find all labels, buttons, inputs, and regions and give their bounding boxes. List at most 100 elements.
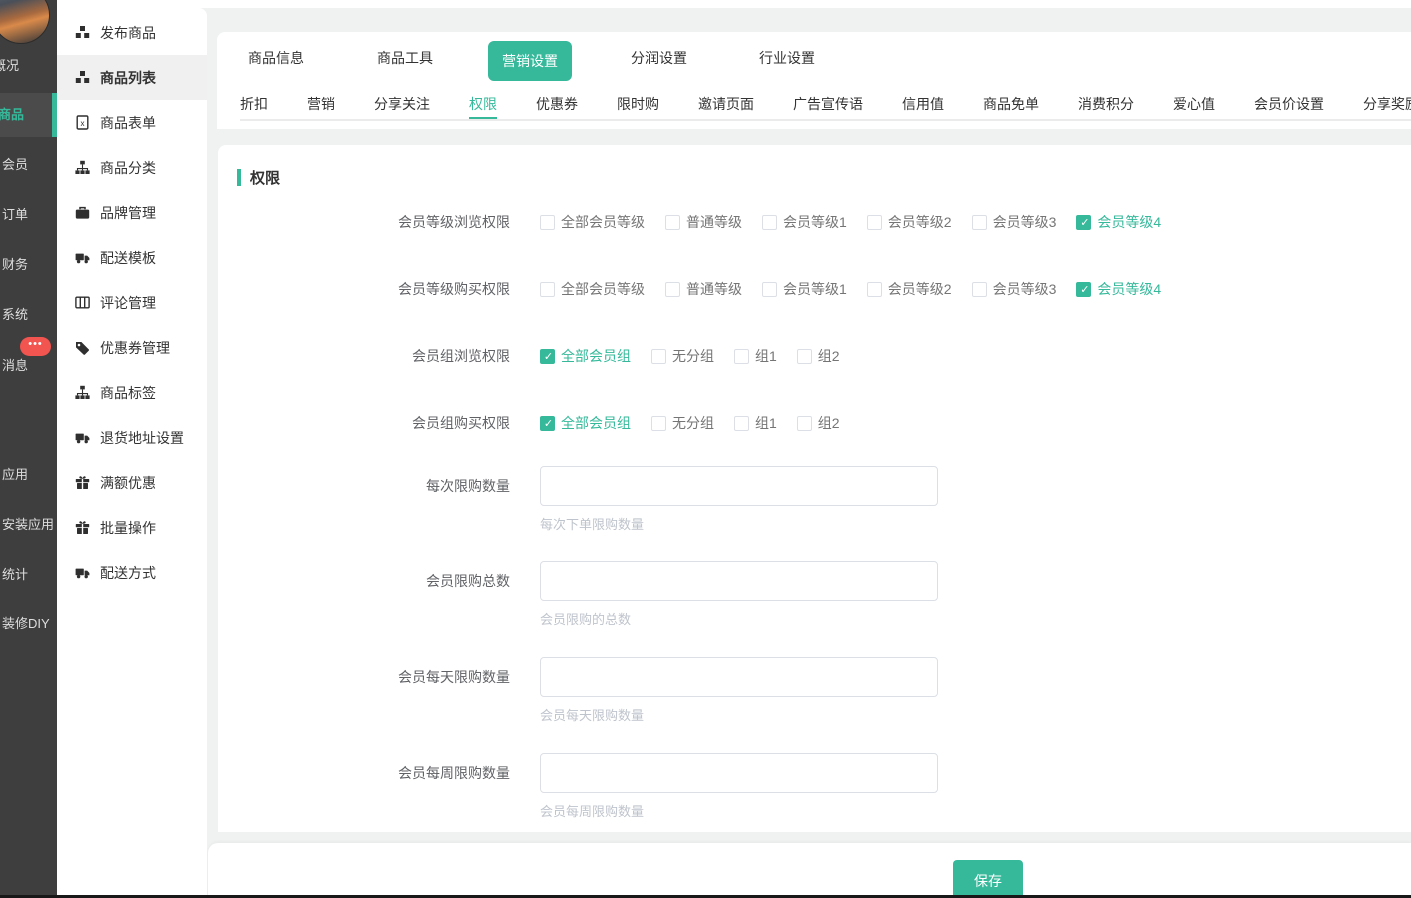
sidebar-item-publish-goods[interactable]: 发布商品: [57, 10, 207, 55]
checkbox-label: 组2: [818, 413, 840, 433]
sidebar-item-system[interactable]: 系统: [0, 305, 57, 325]
sidebar-item-full-discount[interactable]: 满额优惠: [57, 460, 207, 505]
subtab-share-reward[interactable]: 分享奖励: [1363, 84, 1411, 129]
cubes-icon: [75, 25, 90, 40]
checkbox-option[interactable]: 会员等级3: [972, 212, 1057, 232]
checkbox-icon: [734, 349, 749, 364]
sitemap-icon: [75, 385, 90, 400]
subtab-permissions[interactable]: 权限: [469, 84, 497, 129]
sidebar-item-goods-form[interactable]: x 商品表单: [57, 100, 207, 145]
avatar[interactable]: [0, 0, 50, 44]
permissions-panel: 权限 会员等级浏览权限 全部会员等级 普通等级 会员等级1 会员等级2 会员等级…: [218, 145, 1411, 832]
save-button[interactable]: 保存: [953, 860, 1023, 898]
top-strip: [57, 0, 1411, 8]
subtab-discount[interactable]: 折扣: [240, 84, 268, 129]
tab-goods-tools[interactable]: 商品工具: [377, 32, 433, 84]
checkbox-label: 全部会员组: [561, 413, 631, 433]
checkbox-option[interactable]: 会员等级3: [972, 279, 1057, 299]
member-daily-limit-input[interactable]: [540, 657, 938, 697]
checkbox-option[interactable]: 组2: [797, 413, 840, 433]
checkbox-icon: [540, 215, 555, 230]
checkbox-option-checked[interactable]: 会员等级4: [1076, 279, 1161, 299]
subtab-consume-points[interactable]: 消费积分: [1078, 84, 1134, 129]
subtab-goods-free[interactable]: 商品免单: [983, 84, 1039, 129]
sidebar-item-statistics[interactable]: 统计: [0, 565, 57, 585]
checkbox-option[interactable]: 组1: [734, 346, 777, 366]
sidebar-item-delivery-method[interactable]: 配送方式: [57, 550, 207, 595]
checkbox-option[interactable]: 无分组: [651, 413, 714, 433]
checkbox-label: 无分组: [672, 346, 714, 366]
file-excel-icon: x: [75, 115, 90, 130]
checkbox-icon: [972, 215, 987, 230]
sidebar-item-members[interactable]: 会员: [0, 155, 57, 175]
checkbox-option[interactable]: 会员等级1: [762, 212, 847, 232]
sidebar-item-comment-management[interactable]: 评论管理: [57, 280, 207, 325]
sidebar-item-label: 商品分类: [100, 158, 156, 178]
sidebar-item-label: 退货地址设置: [100, 428, 184, 448]
subtab-share-follow[interactable]: 分享关注: [374, 84, 430, 129]
tab-marketing-settings[interactable]: 营销设置: [488, 41, 572, 81]
checkbox-option[interactable]: 会员等级2: [867, 212, 952, 232]
member-total-limit-input[interactable]: [540, 561, 938, 601]
sidebar-item-coupon-management[interactable]: 优惠券管理: [57, 325, 207, 370]
checkbox-option-checked[interactable]: 全部会员组: [540, 413, 631, 433]
checkbox-option[interactable]: 组1: [734, 413, 777, 433]
checkbox-option[interactable]: 普通等级: [665, 279, 742, 299]
subtab-credit-value[interactable]: 信用值: [902, 84, 944, 129]
checkbox-option[interactable]: 会员等级2: [867, 279, 952, 299]
sidebar-item-label: 商品列表: [100, 68, 156, 88]
cubes-icon: [75, 70, 90, 85]
subtab-love-value[interactable]: 爱心值: [1173, 84, 1215, 129]
checkbox-label: 普通等级: [686, 279, 742, 299]
subtab-coupon[interactable]: 优惠券: [536, 84, 578, 129]
member-weekly-limit-input[interactable]: [540, 753, 938, 793]
gift-icon: [75, 520, 90, 535]
subtab-invite-page[interactable]: 邀请页面: [698, 84, 754, 129]
checkbox-option[interactable]: 会员等级1: [762, 279, 847, 299]
sidebar-item-install-apps[interactable]: 安装应用: [0, 515, 57, 535]
checkbox-option-checked[interactable]: 会员等级4: [1076, 212, 1161, 232]
checkbox-icon: [651, 349, 666, 364]
sidebar-item-messages[interactable]: 消息: [0, 356, 57, 376]
subtab-divider: [240, 119, 1411, 121]
sidebar-item-goods-tags[interactable]: 商品标签: [57, 370, 207, 415]
checkbox-option[interactable]: 普通等级: [665, 212, 742, 232]
member-level-buy-options: 全部会员等级 普通等级 会员等级1 会员等级2 会员等级3 会员等级4: [540, 279, 1161, 299]
checkbox-option[interactable]: 全部会员等级: [540, 279, 645, 299]
subtab-member-price[interactable]: 会员价设置: [1254, 84, 1324, 129]
tab-profit-settings[interactable]: 分润设置: [631, 32, 687, 84]
sidebar-item-goods-list[interactable]: 商品列表: [57, 55, 207, 100]
checkbox-checked-icon: [1076, 282, 1091, 297]
tab-goods-info[interactable]: 商品信息: [248, 32, 304, 84]
sidebar-item-return-address[interactable]: 退货地址设置: [57, 415, 207, 460]
sidebar-item-goods[interactable]: 商品: [0, 105, 53, 125]
checkbox-label: 会员等级1: [783, 212, 847, 232]
sidebar-item-orders[interactable]: 订单: [0, 205, 57, 225]
checkbox-option-checked[interactable]: 全部会员组: [540, 346, 631, 366]
checkbox-label: 会员等级3: [993, 279, 1057, 299]
section-header: 权限: [237, 167, 280, 188]
member-group-view-options: 全部会员组 无分组 组1 组2: [540, 346, 840, 366]
section-accent-bar: [237, 169, 241, 186]
sidebar-item-finance[interactable]: 财务: [0, 255, 57, 275]
checkbox-option[interactable]: 组2: [797, 346, 840, 366]
subtab-ad-slogan[interactable]: 广告宣传语: [793, 84, 863, 129]
subtab-flash-sale[interactable]: 限时购: [617, 84, 659, 129]
checkbox-icon: [665, 282, 680, 297]
sidebar-item-apps[interactable]: 应用: [0, 465, 57, 485]
sidebar-item-label: 商品标签: [100, 383, 156, 403]
sidebar-item-goods-category[interactable]: 商品分类: [57, 145, 207, 190]
checkbox-label: 普通等级: [686, 212, 742, 232]
subtab-marketing[interactable]: 营销: [307, 84, 335, 129]
truck-icon: [75, 430, 90, 445]
tab-industry-settings[interactable]: 行业设置: [759, 32, 815, 84]
checkbox-option[interactable]: 无分组: [651, 346, 714, 366]
sidebar-item-overview[interactable]: 概况: [0, 56, 50, 76]
sidebar-item-decorate-diy[interactable]: 装修DIY: [0, 614, 57, 634]
sidebar-item-brand-management[interactable]: 品牌管理: [57, 190, 207, 235]
sidebar-item-batch-operations[interactable]: 批量操作: [57, 505, 207, 550]
per-order-limit-input[interactable]: [540, 466, 938, 506]
checkbox-checked-icon: [540, 416, 555, 431]
checkbox-option[interactable]: 全部会员等级: [540, 212, 645, 232]
sidebar-item-delivery-template[interactable]: 配送模板: [57, 235, 207, 280]
